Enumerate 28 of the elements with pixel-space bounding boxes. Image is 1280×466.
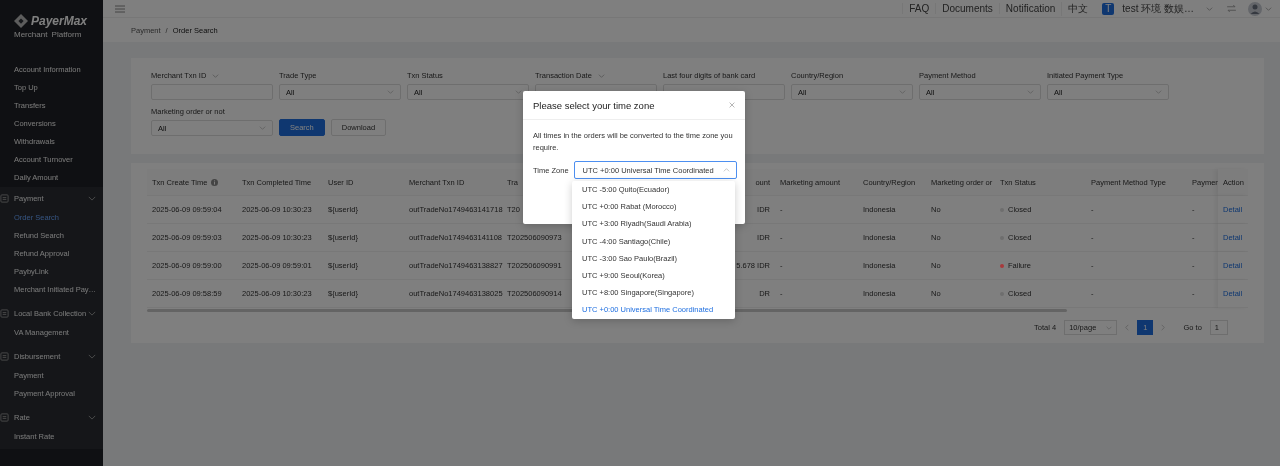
menu-group-icon: [0, 308, 9, 318]
chevron-icon[interactable]: [212, 73, 220, 78]
diamond-logo-icon: [14, 14, 28, 28]
chevron-icon[interactable]: [597, 73, 605, 78]
account-avatar[interactable]: T: [1102, 2, 1115, 15]
header-link[interactable]: Notification: [998, 3, 1062, 14]
swap-icon[interactable]: [1227, 5, 1236, 12]
caret-icon: [722, 168, 730, 172]
chevron-icon: [88, 414, 96, 420]
brand-subtitle: Merchant Platform: [14, 30, 83, 39]
close-icon[interactable]: [729, 102, 735, 108]
chevron-icon[interactable]: [1206, 6, 1213, 11]
account-name[interactable]: test 环境 数娱…: [1122, 1, 1194, 16]
chevron-icon[interactable]: [1265, 6, 1272, 11]
chevron-icon: [88, 353, 96, 359]
header-link[interactable]: 中文: [1061, 1, 1095, 16]
user-avatar-icon[interactable]: [1248, 1, 1262, 16]
brand-name: PayerMax: [31, 14, 88, 28]
chevron-icon: [88, 310, 96, 316]
menu-group-icon: [0, 193, 9, 203]
header-link[interactable]: FAQ: [902, 3, 936, 14]
chevron-icon: [88, 195, 96, 201]
info-icon[interactable]: [211, 178, 219, 186]
menu-group-icon: [0, 412, 9, 422]
menu-group-icon: [0, 351, 9, 361]
dialog-title: Please select your time zone: [533, 99, 655, 111]
header-link[interactable]: Documents: [935, 3, 999, 14]
menu-icon[interactable]: [115, 4, 125, 13]
